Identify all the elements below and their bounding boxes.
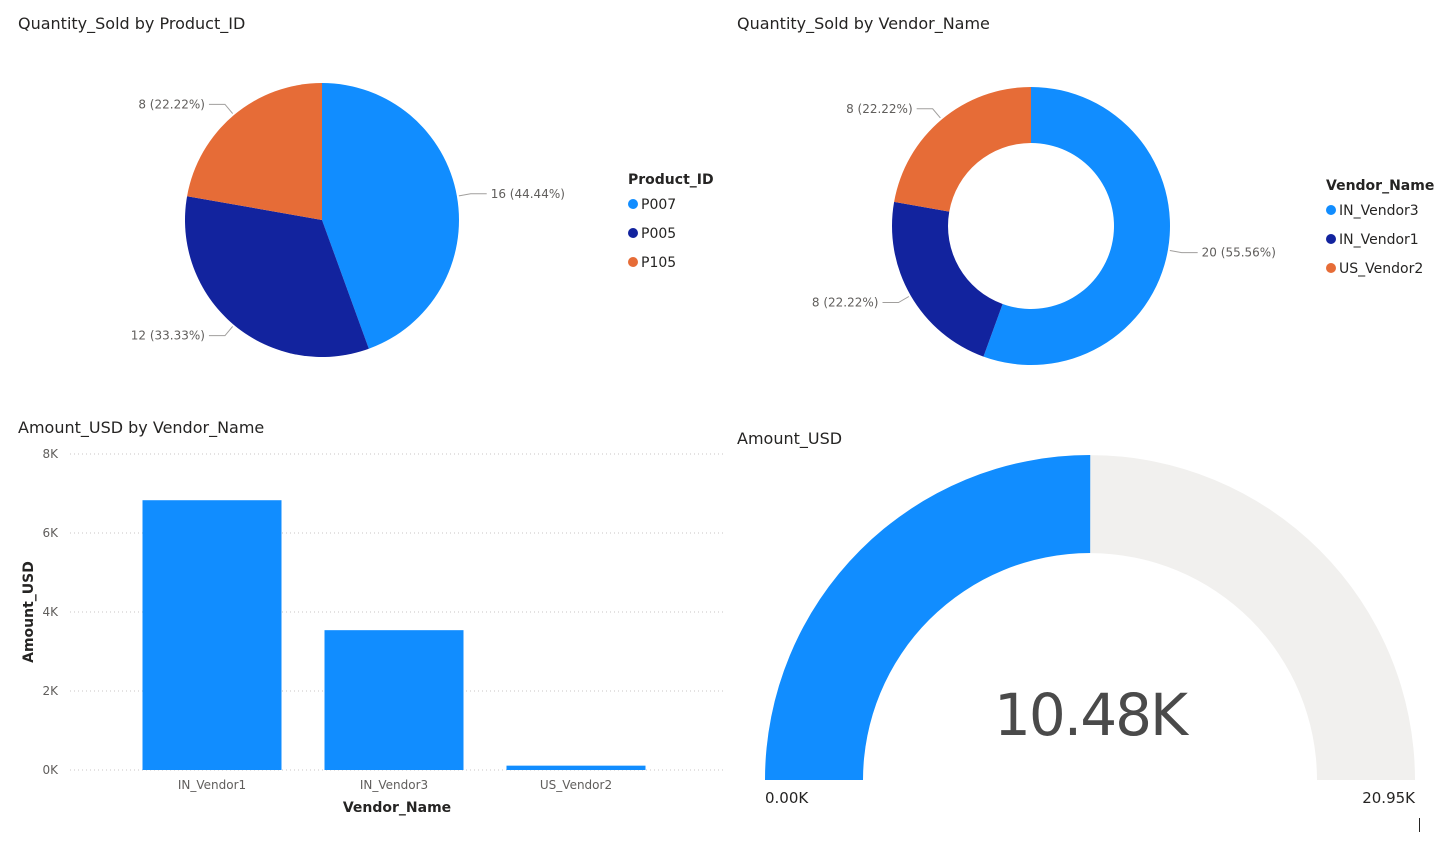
leader-line-us_vendor2 <box>916 108 941 119</box>
data-label-in_vendor1: 8 (22.22%) <box>812 296 879 310</box>
gauge-max-label: 20.95K <box>1362 789 1416 807</box>
legend-item-in_vendor3: IN_Vendor3 <box>1339 203 1419 219</box>
data-label-p007: 16 (44.44%) <box>491 187 565 201</box>
y-tick-label: 4K <box>42 605 59 619</box>
text-cursor <box>1419 818 1420 832</box>
legend-marker-us_vendor2 <box>1326 263 1336 273</box>
slice-in_vendor1 <box>892 201 1003 357</box>
slice-p105 <box>187 83 322 220</box>
legend-marker-p105 <box>628 257 638 267</box>
legend-item-p007: P007 <box>641 197 676 213</box>
legend-item-p105: P105 <box>641 255 676 271</box>
leader-line-in_vendor1 <box>882 296 910 303</box>
bar-in_vendor3 <box>324 630 464 770</box>
data-label-p105: 8 (22.22%) <box>138 97 205 111</box>
legend-marker-in_vendor3 <box>1326 205 1336 215</box>
gauge-visual[interactable]: Amount_USD 10.48K 0.00K 20.95K <box>728 410 1456 845</box>
leader-line-in_vendor3 <box>1169 249 1198 254</box>
bar-chart: 0K 2K 4K 6K 8K IN_Vendor1 IN_Vendor3 US_Vendor2… <box>21 447 725 816</box>
x-tick-label: IN_Vendor3 <box>360 778 428 792</box>
y-tick-label: 6K <box>42 526 59 540</box>
x-tick-label: IN_Vendor1 <box>178 778 246 792</box>
data-label-us_vendor2: 8 (22.22%) <box>846 102 913 116</box>
legend-title: Vendor_Name <box>1326 178 1434 194</box>
bar-us_vendor2 <box>506 765 646 770</box>
gauge-value: 10.48K <box>994 681 1190 749</box>
gauge-min-label: 0.00K <box>765 789 809 807</box>
legend-title: Product_ID <box>628 172 714 188</box>
legend-item-in_vendor1: IN_Vendor1 <box>1339 232 1419 248</box>
donut-chart-visual[interactable]: Quantity_Sold by Vendor_Name 20 (55.56%)… <box>728 0 1456 410</box>
bar-chart-visual[interactable]: Amount_USD by Vendor_Name 0K 2K 4K 6K 8K IN_V… <box>0 410 728 845</box>
bar-in_vendor1 <box>142 500 282 770</box>
legend-item-us_vendor2: US_Vendor2 <box>1339 261 1423 277</box>
donut-chart: 20 (55.56%) 8 (22.22%) 8 (22.22%) Vendor_Na… <box>812 87 1434 365</box>
y-tick-label: 2K <box>42 684 59 698</box>
y-tick-label: 8K <box>42 447 59 461</box>
y-tick-label: 0K <box>42 763 59 777</box>
slice-us_vendor2 <box>894 87 1031 212</box>
pie-chart-visual[interactable]: Quantity_Sold by Product_ID 16 (44.44%) 1… <box>0 0 728 410</box>
data-label-p005: 12 (33.33%) <box>131 329 205 343</box>
x-tick-label: US_Vendor2 <box>540 778 612 792</box>
y-axis-title: Amount_USD <box>21 561 37 663</box>
leader-line-p005 <box>208 326 234 337</box>
pie-chart: 16 (44.44%) 12 (33.33%) 8 (22.22%) Product_… <box>131 83 714 357</box>
leader-line-p007 <box>458 193 487 197</box>
x-axis-title: Vendor_Name <box>343 800 451 816</box>
legend-marker-in_vendor1 <box>1326 234 1336 244</box>
gauge-chart: 10.48K 0.00K 20.95K <box>765 454 1416 807</box>
legend-marker-p007 <box>628 199 638 209</box>
leader-line-p105 <box>208 103 234 114</box>
legend-marker-p005 <box>628 228 638 238</box>
legend-item-p005: P005 <box>641 226 676 242</box>
data-label-in_vendor3: 20 (55.56%) <box>1202 246 1276 260</box>
